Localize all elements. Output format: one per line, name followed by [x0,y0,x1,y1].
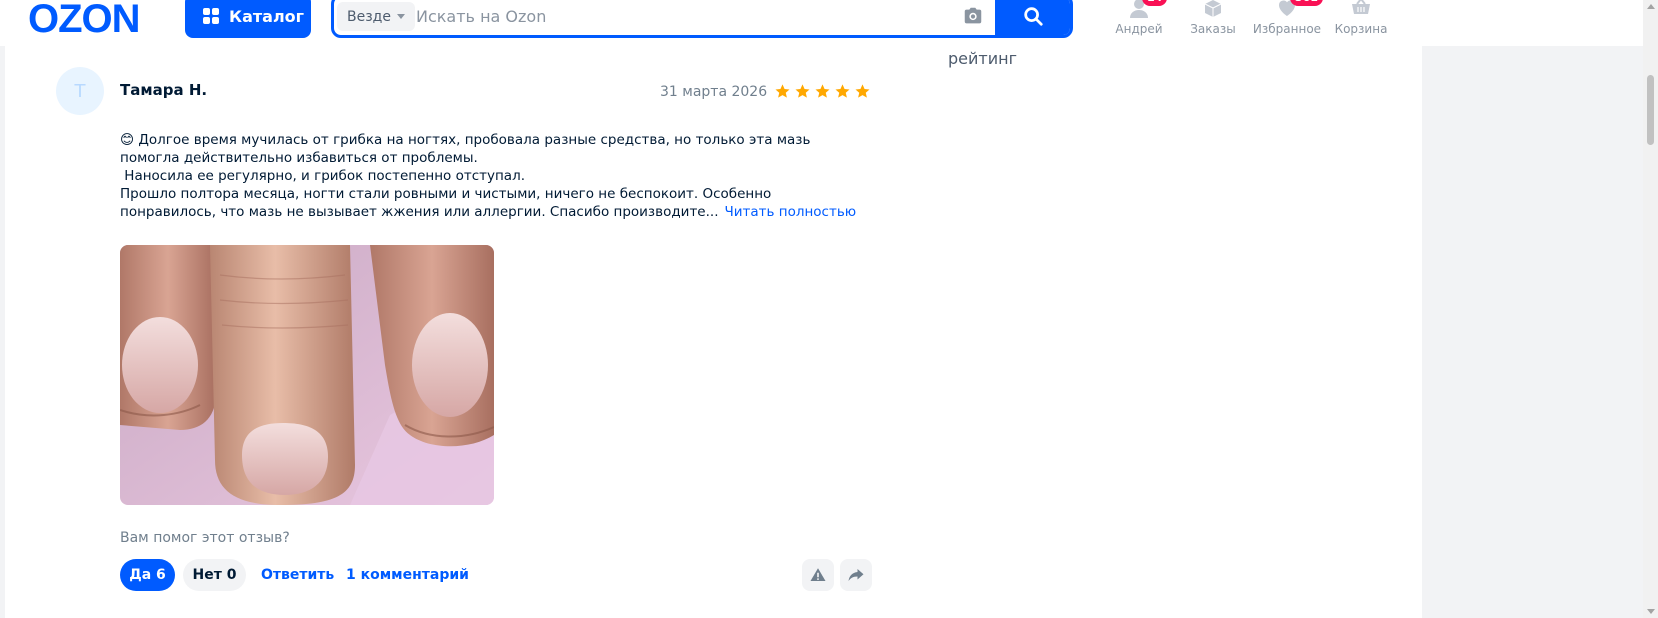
star-icon [815,84,830,98]
page-scrollbar[interactable] [1643,0,1658,618]
review-date: 31 марта 2026 [660,84,768,100]
search-button[interactable] [995,0,1070,35]
reply-button[interactable]: Ответить [261,567,334,583]
search-scope-select[interactable]: Везде [337,2,415,31]
search-bar: Везде [331,0,1073,38]
rating-stars [774,83,871,100]
camera-icon[interactable] [962,5,984,27]
grid-icon [203,8,219,24]
review-text-line: Прошло полтора месяца, ногти стали ровны… [120,185,870,221]
review-text-line: 😊 Долгое время мучилась от грибка на ног… [120,132,811,166]
star-icon [775,84,790,98]
cart-icon [1350,0,1372,20]
report-button[interactable] [802,559,834,591]
sidebar-rating-label: рейтинг [948,49,1017,68]
helpful-question: Вам помог этот отзыв? [120,530,290,546]
nav-profile[interactable]: 14 Андрей [1104,0,1174,36]
share-arrow-icon [848,569,864,581]
box-icon [1202,0,1224,20]
review-text-truncated: Прошло полтора месяца, ногти стали ровны… [120,186,772,220]
search-input[interactable] [416,1,936,31]
share-button[interactable] [840,559,872,591]
ozon-logo[interactable]: OZON [28,0,141,42]
scroll-up-arrow-icon[interactable] [1647,4,1655,9]
review-author[interactable]: Тамара Н. [120,81,207,99]
nav-cart-label: Корзина [1334,22,1388,36]
comments-link[interactable]: 1 комментарий [346,567,469,583]
user-icon: 14 [1128,0,1168,20]
catalog-label: Каталог [229,6,305,26]
avatar-letter: Т [74,80,86,102]
review-text-line: Наносила ее регулярно, и грибок постепен… [120,168,525,184]
right-column [1422,46,1643,618]
star-icon [795,84,810,98]
review-photo[interactable] [120,245,494,505]
nav-favorites[interactable]: 361 Избранное [1252,0,1323,36]
top-header: OZON Каталог Везде 14 [0,0,1643,46]
helpful-yes-button[interactable]: Да 6 [120,559,175,591]
star-icon [835,84,850,98]
review-text: 😊 Долгое время мучилась от грибка на ног… [120,131,870,221]
nav-cart[interactable]: Корзина [1326,0,1396,36]
search-scope-label: Везде [347,8,391,25]
nav-favorites-label: Избранное [1252,22,1322,36]
read-more-link[interactable]: Читать полностью [724,204,856,220]
search-icon [1024,7,1043,26]
nav-profile-label: Андрей [1115,22,1163,36]
heart-icon: 361 [1276,0,1323,20]
chevron-down-icon [396,14,405,19]
avatar: Т [56,67,104,115]
scroll-down-arrow-icon[interactable] [1647,609,1655,614]
profile-badge: 14 [1142,0,1168,6]
warning-icon [810,568,826,581]
catalog-button[interactable]: Каталог [185,0,311,38]
helpful-no-button[interactable]: Нет 0 [183,559,246,591]
scroll-thumb[interactable] [1647,75,1654,145]
star-icon [855,84,870,98]
favorites-badge: 361 [1290,0,1323,6]
nav-orders-label: Заказы [1190,22,1236,36]
nav-orders[interactable]: Заказы [1178,0,1248,36]
